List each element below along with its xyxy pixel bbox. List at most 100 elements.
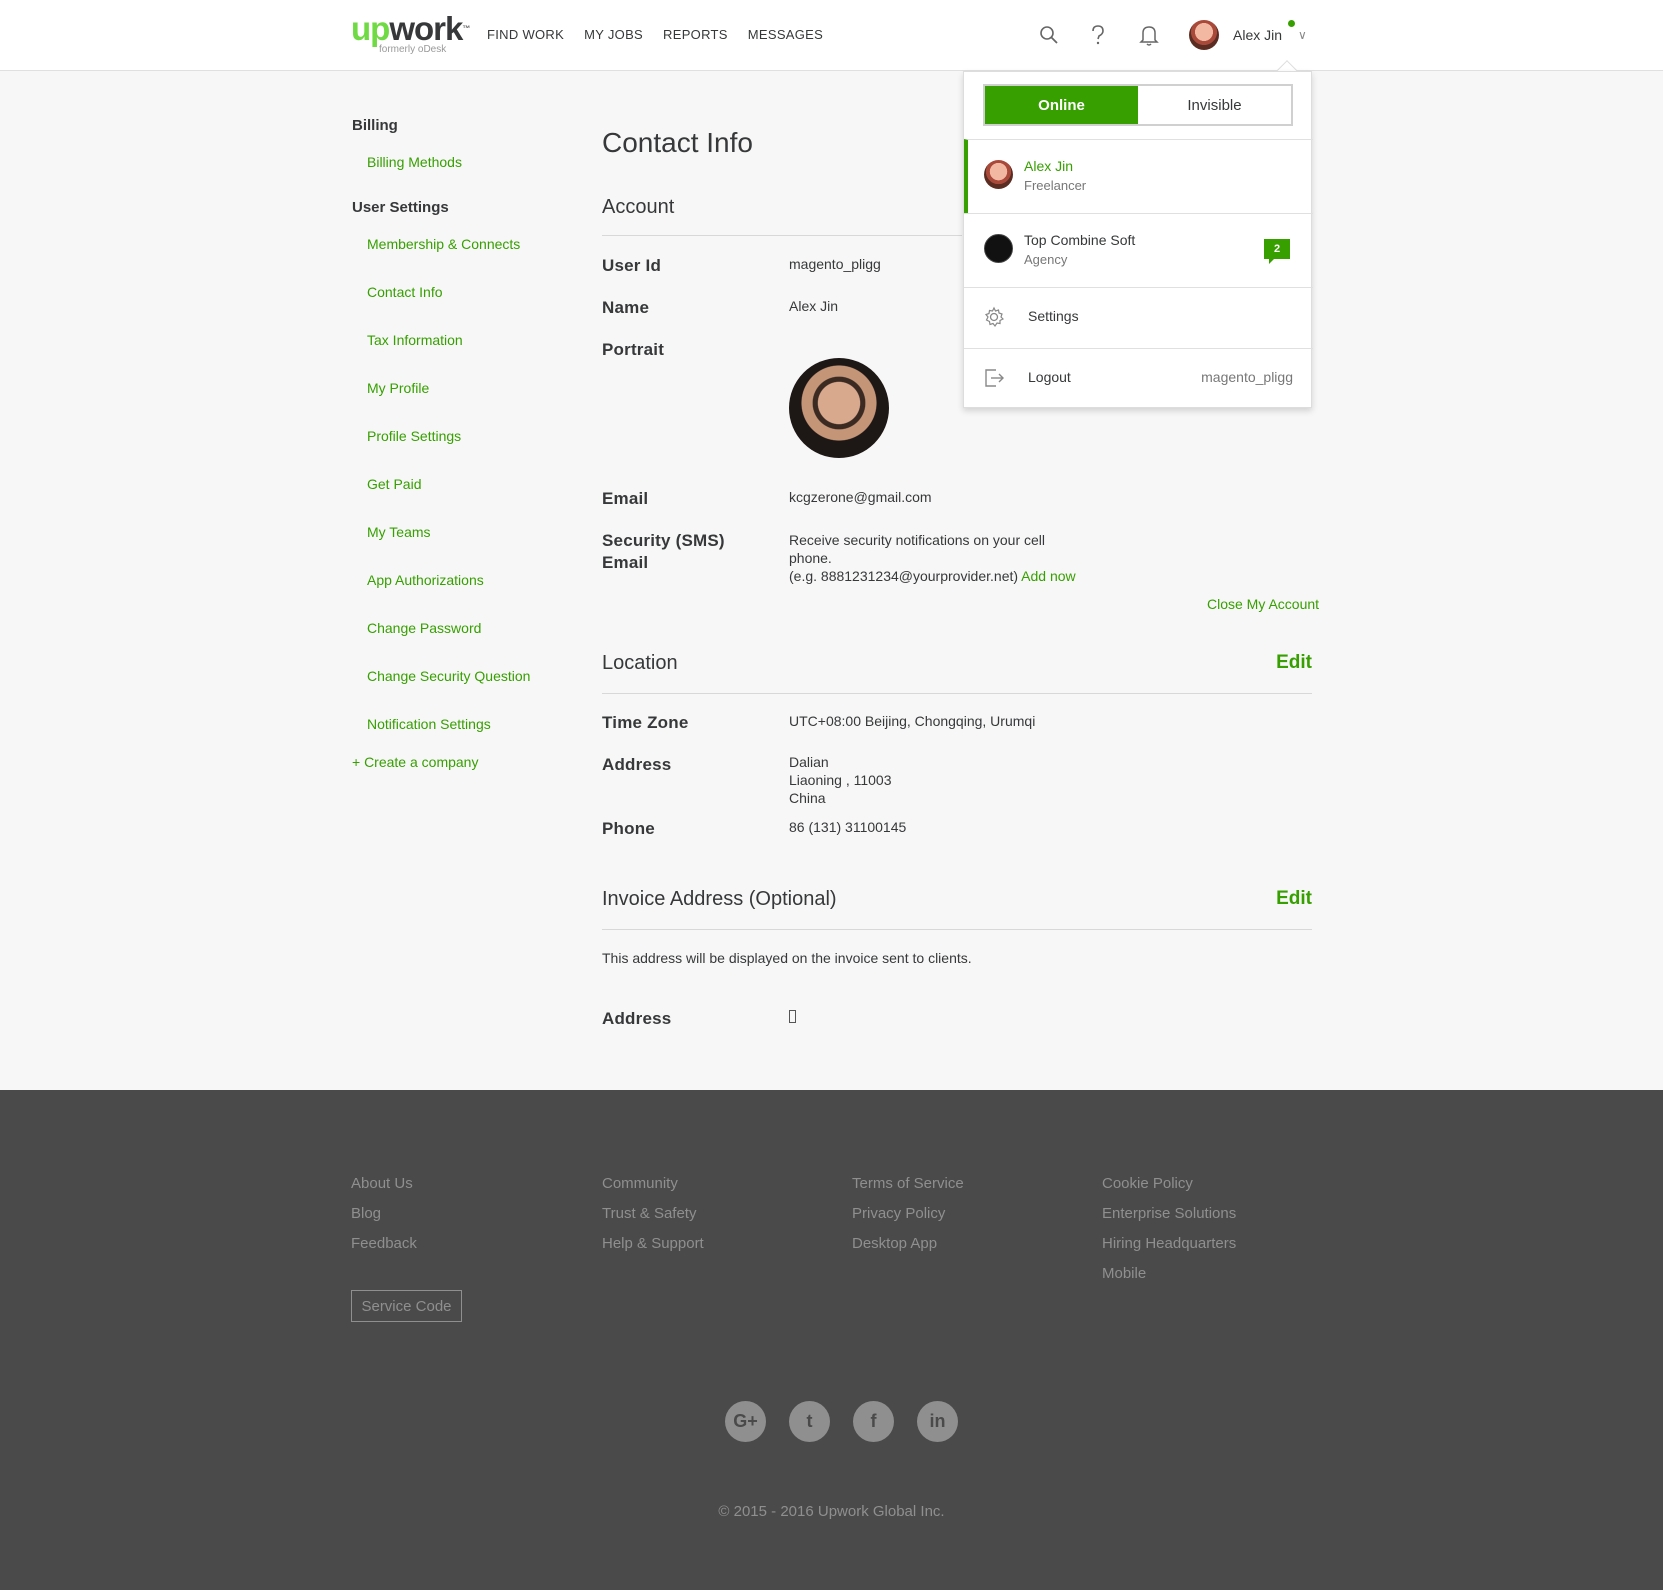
footer-link-mobile[interactable]: Mobile (1102, 1265, 1236, 1283)
sms-label-line1: Security (SMS) (602, 531, 725, 550)
invoice-address-label: Address (602, 1009, 672, 1028)
add-now-link[interactable]: Add now (1021, 568, 1075, 584)
name-value: Alex Jin (789, 298, 839, 314)
freelancer-avatar (984, 160, 1013, 189)
sidebar-item-app-authorizations[interactable]: App Authorizations (367, 572, 484, 588)
freelancer-role: Freelancer (1024, 178, 1087, 193)
agency-name: Top Combine Soft (1024, 232, 1136, 248)
freelancer-name: Alex Jin (1024, 158, 1074, 174)
footer-link-feedback[interactable]: Feedback (351, 1235, 417, 1253)
sidebar-item-notification-settings[interactable]: Notification Settings (367, 716, 491, 732)
sidebar-item-tax-information[interactable]: Tax Information (367, 332, 463, 348)
logout-label: Logout (1028, 369, 1071, 385)
user-id-label: User Id (602, 256, 662, 275)
main-nav: FIND WORK MY JOBS REPORTS MESSAGES (487, 27, 823, 42)
footer-col-2: Community Trust & Safety Help & Support (602, 1175, 704, 1265)
footer-link-blog[interactable]: Blog (351, 1205, 417, 1223)
location-divider (602, 693, 1312, 694)
nav-my-jobs[interactable]: MY JOBS (584, 27, 643, 42)
address-line2: Liaoning , 11003 (789, 772, 892, 788)
invisible-button[interactable]: Invisible (1138, 86, 1291, 124)
footer-link-privacy[interactable]: Privacy Policy (852, 1205, 964, 1223)
sidebar-item-change-password[interactable]: Change Password (367, 620, 481, 636)
sms-label-line2: Email (602, 553, 649, 572)
timezone-value: UTC+08:00 Beijing, Chongqing, Urumqi (789, 713, 1036, 729)
online-button[interactable]: Online (985, 86, 1138, 124)
gear-icon (983, 306, 1005, 328)
billing-heading: Billing (352, 117, 398, 134)
account-dropdown: Online Invisible Alex Jin Freelancer Top… (963, 71, 1313, 408)
email-label: Email (602, 489, 649, 508)
message-badge: 2 (1264, 239, 1290, 264)
sidebar-item-membership[interactable]: Membership & Connects (367, 236, 520, 252)
google-plus-icon[interactable]: G+ (725, 1401, 766, 1442)
timezone-label: Time Zone (602, 713, 689, 732)
agency-role: Agency (1024, 252, 1068, 267)
invoice-edit-button[interactable]: Edit (1276, 888, 1312, 910)
sms-text-line3: (e.g. 8881231234@yourprovider.net) Add n… (789, 567, 1076, 585)
portrait-image (789, 358, 889, 458)
create-company-link[interactable]: + Create a company (352, 754, 478, 770)
close-account-link[interactable]: Close My Account (1207, 596, 1319, 612)
footer-link-help-support[interactable]: Help & Support (602, 1235, 704, 1253)
status-toggle: Online Invisible (983, 84, 1293, 126)
footer-link-community[interactable]: Community (602, 1175, 704, 1193)
logout-icon (983, 367, 1005, 389)
sidebar-item-contact-info[interactable]: Contact Info (367, 284, 443, 300)
twitter-icon[interactable]: t (789, 1401, 830, 1442)
logo-work: work (389, 10, 463, 47)
account-row-freelancer[interactable]: Alex Jin Freelancer (964, 139, 1313, 213)
help-icon[interactable] (1085, 22, 1111, 48)
nav-reports[interactable]: REPORTS (663, 27, 728, 42)
search-icon[interactable] (1036, 22, 1062, 48)
name-label: Name (602, 298, 650, 317)
sidebar-item-change-security-question[interactable]: Change Security Question (367, 668, 530, 684)
top-header: upwork™ formerly oDesk FIND WORK MY JOBS… (0, 0, 1663, 71)
email-value: kcgzerone@gmail.com (789, 489, 932, 505)
address-line3: China (789, 790, 826, 806)
online-status-dot (1288, 20, 1295, 27)
location-edit-button[interactable]: Edit (1276, 652, 1312, 674)
address-line1: Dalian (789, 754, 829, 770)
sidebar-item-billing-methods[interactable]: Billing Methods (367, 154, 462, 170)
account-row-agency[interactable]: Top Combine Soft Agency 2 (964, 213, 1313, 287)
settings-label: Settings (1028, 308, 1079, 324)
header-user-name[interactable]: Alex Jin (1233, 27, 1282, 43)
footer-link-enterprise[interactable]: Enterprise Solutions (1102, 1205, 1236, 1223)
footer-link-trust-safety[interactable]: Trust & Safety (602, 1205, 704, 1223)
footer-col-1: About Us Blog Feedback (351, 1175, 417, 1265)
nav-messages[interactable]: MESSAGES (748, 27, 823, 42)
footer-link-cookie-policy[interactable]: Cookie Policy (1102, 1175, 1236, 1193)
user-settings-heading: User Settings (352, 199, 449, 216)
sidebar-item-my-profile[interactable]: My Profile (367, 380, 429, 396)
user-avatar[interactable] (1189, 20, 1219, 50)
nav-find-work[interactable]: FIND WORK (487, 27, 564, 42)
upwork-logo[interactable]: upwork™ formerly oDesk (351, 10, 470, 56)
logo-up: up (351, 10, 390, 47)
footer-col-3: Terms of Service Privacy Policy Desktop … (852, 1175, 964, 1265)
bell-icon[interactable] (1136, 22, 1162, 48)
footer-link-desktop-app[interactable]: Desktop App (852, 1235, 964, 1253)
account-divider (602, 235, 962, 236)
invoice-divider (602, 929, 1312, 930)
sidebar-item-profile-settings[interactable]: Profile Settings (367, 428, 461, 444)
sidebar-item-my-teams[interactable]: My Teams (367, 524, 431, 540)
footer-link-about-us[interactable]: About Us (351, 1175, 417, 1193)
agency-logo (984, 234, 1013, 263)
footer-link-terms[interactable]: Terms of Service (852, 1175, 964, 1193)
sidebar-item-get-paid[interactable]: Get Paid (367, 476, 421, 492)
copyright-text: © 2015 - 2016 Upwork Global Inc. (718, 1503, 945, 1520)
service-code-button[interactable]: Service Code (351, 1290, 462, 1322)
portrait-label: Portrait (602, 340, 665, 359)
facebook-icon[interactable]: f (853, 1401, 894, 1442)
settings-row[interactable]: Settings (964, 287, 1313, 348)
footer-link-hiring-hq[interactable]: Hiring Headquarters (1102, 1235, 1236, 1253)
address-label: Address (602, 755, 672, 774)
linkedin-icon[interactable]: in (917, 1401, 958, 1442)
logo-wordmark: upwork™ (351, 10, 470, 47)
logout-row[interactable]: Logout magento_pligg (964, 348, 1313, 408)
site-footer: About Us Blog Feedback Community Trust &… (0, 1090, 1663, 1590)
sms-text-line1: Receive security notifications on your c… (789, 532, 1046, 548)
chevron-down-icon[interactable]: ∨ (1298, 28, 1307, 42)
logout-username: magento_pligg (1201, 369, 1293, 385)
